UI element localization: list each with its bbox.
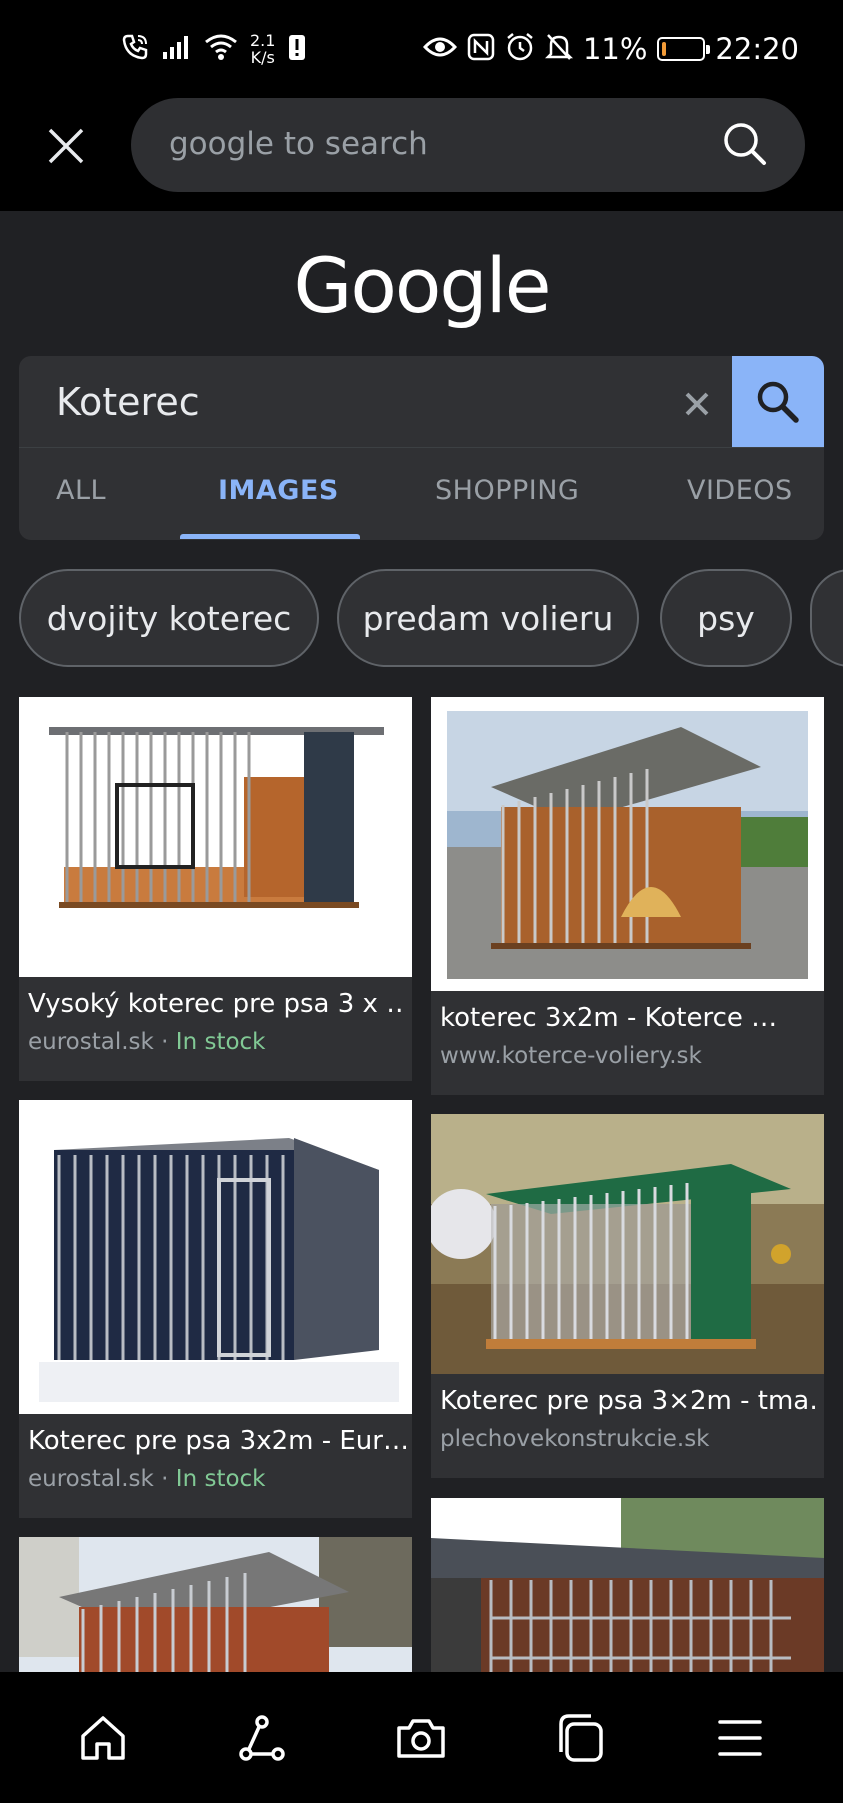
image-result[interactable]: koterec 3x2m - Koterce … www.koterce-vol… (431, 697, 824, 1095)
tabs-icon (559, 1714, 603, 1762)
battery-percent: 11% (582, 32, 648, 66)
active-tab-indicator (180, 534, 360, 539)
image-result[interactable]: Koterec pre psa 3×2m - tma… plechovekons… (431, 1114, 824, 1478)
nfc-icon (467, 33, 495, 66)
image-result[interactable] (431, 1498, 824, 1672)
search-icon (757, 381, 799, 423)
alarm-icon (505, 32, 535, 67)
result-image[interactable] (19, 1537, 412, 1672)
result-domain: www.koterce-voliery.sk (440, 1043, 702, 1069)
result-title: koterec 3x2m - Koterce … (440, 1003, 778, 1033)
result-image[interactable] (431, 697, 824, 991)
search-query-input[interactable]: Koterec (56, 380, 200, 424)
result-image[interactable] (431, 1114, 824, 1374)
image-result[interactable]: Vysoký koterec pre psa 3 x … eurostal.sk… (19, 697, 412, 1081)
result-title: Koterec pre psa 3×2m - tma… (440, 1386, 818, 1416)
result-source: plechovekonstrukcie.sk (440, 1426, 710, 1452)
chip-predam-volieru[interactable]: predam volieru (337, 569, 639, 667)
alert-icon (287, 32, 307, 67)
eye-icon (422, 35, 458, 64)
status-bar-left: 2.1 K/s (120, 28, 307, 70)
net-speed: 2.1 K/s (250, 32, 275, 66)
net-speed-value: 2.1 (250, 31, 276, 50)
clear-icon (685, 392, 709, 416)
search-card-divider (19, 447, 824, 448)
bottom-navigation (0, 1672, 843, 1803)
tab-all[interactable]: ALL (56, 475, 106, 506)
search-icon[interactable] (721, 120, 769, 173)
result-separator: · (153, 1466, 176, 1492)
result-domain: eurostal.sk (28, 1029, 154, 1055)
home-button[interactable] (73, 1708, 133, 1768)
image-result[interactable] (19, 1537, 412, 1672)
status-bar: 2.1 K/s 11% 22:20 (0, 0, 843, 98)
search-card: Koterec ALL IMAGES SHOPPING VIDEOS (19, 356, 824, 540)
result-domain: plechovekonstrukcie.sk (440, 1426, 710, 1452)
result-image[interactable] (19, 1100, 412, 1414)
battery-fill (662, 42, 667, 56)
tab-images[interactable]: IMAGES (218, 475, 339, 506)
result-title: Koterec pre psa 3x2m - Eur… (28, 1426, 406, 1456)
page-content: Google Koterec ALL IMAGES SHOPPING VIDEO… (0, 211, 843, 1672)
close-button[interactable] (40, 120, 92, 172)
camera-button[interactable] (391, 1708, 451, 1768)
tabs-button[interactable] (551, 1708, 611, 1768)
clock: 22:20 (715, 32, 799, 66)
status-bar-right: 11% 22:20 (422, 28, 799, 70)
camera-icon (397, 1719, 445, 1758)
google-logo: Google (293, 241, 551, 330)
related-searches: dvojity koterec predam volieru psy (19, 569, 843, 667)
tab-videos[interactable]: VIDEOS (687, 475, 793, 506)
chip-dvojity-koterec[interactable]: dvojity koterec (19, 569, 319, 667)
battery-icon (657, 37, 711, 61)
result-image[interactable] (19, 697, 412, 977)
image-result[interactable]: Koterec pre psa 3x2m - Eur… eurostal.sk … (19, 1100, 412, 1518)
home-icon (81, 1716, 125, 1760)
clear-search-button[interactable] (675, 382, 719, 426)
menu-icon (718, 1720, 762, 1756)
result-domain: eurostal.sk (28, 1466, 154, 1492)
tab-shopping[interactable]: SHOPPING (435, 475, 579, 506)
close-icon (48, 128, 84, 164)
search-button[interactable] (732, 356, 824, 447)
result-image[interactable] (431, 1498, 824, 1672)
result-source: eurostal.sk · In stock (28, 1466, 266, 1492)
mute-icon (544, 32, 573, 67)
wifi-icon (204, 33, 238, 66)
browser-toolbar: google to search (0, 98, 843, 211)
wifi-call-icon (120, 32, 150, 67)
net-speed-unit: K/s (250, 48, 275, 67)
menu-button[interactable] (710, 1708, 770, 1768)
stock-status: In stock (175, 1466, 266, 1492)
browser-search-placeholder: google to search (169, 126, 428, 162)
share-icon (239, 1715, 285, 1761)
chip-more[interactable] (810, 569, 843, 667)
result-source: www.koterce-voliery.sk (440, 1043, 702, 1069)
result-separator: · (153, 1029, 176, 1055)
browser-search-input[interactable]: google to search (131, 98, 805, 192)
share-button[interactable] (232, 1708, 292, 1768)
signal-icon (162, 34, 192, 65)
stock-status: In stock (175, 1029, 266, 1055)
chip-psy[interactable]: psy (660, 569, 792, 667)
result-source: eurostal.sk · In stock (28, 1029, 266, 1055)
result-title: Vysoký koterec pre psa 3 x … (28, 989, 406, 1019)
